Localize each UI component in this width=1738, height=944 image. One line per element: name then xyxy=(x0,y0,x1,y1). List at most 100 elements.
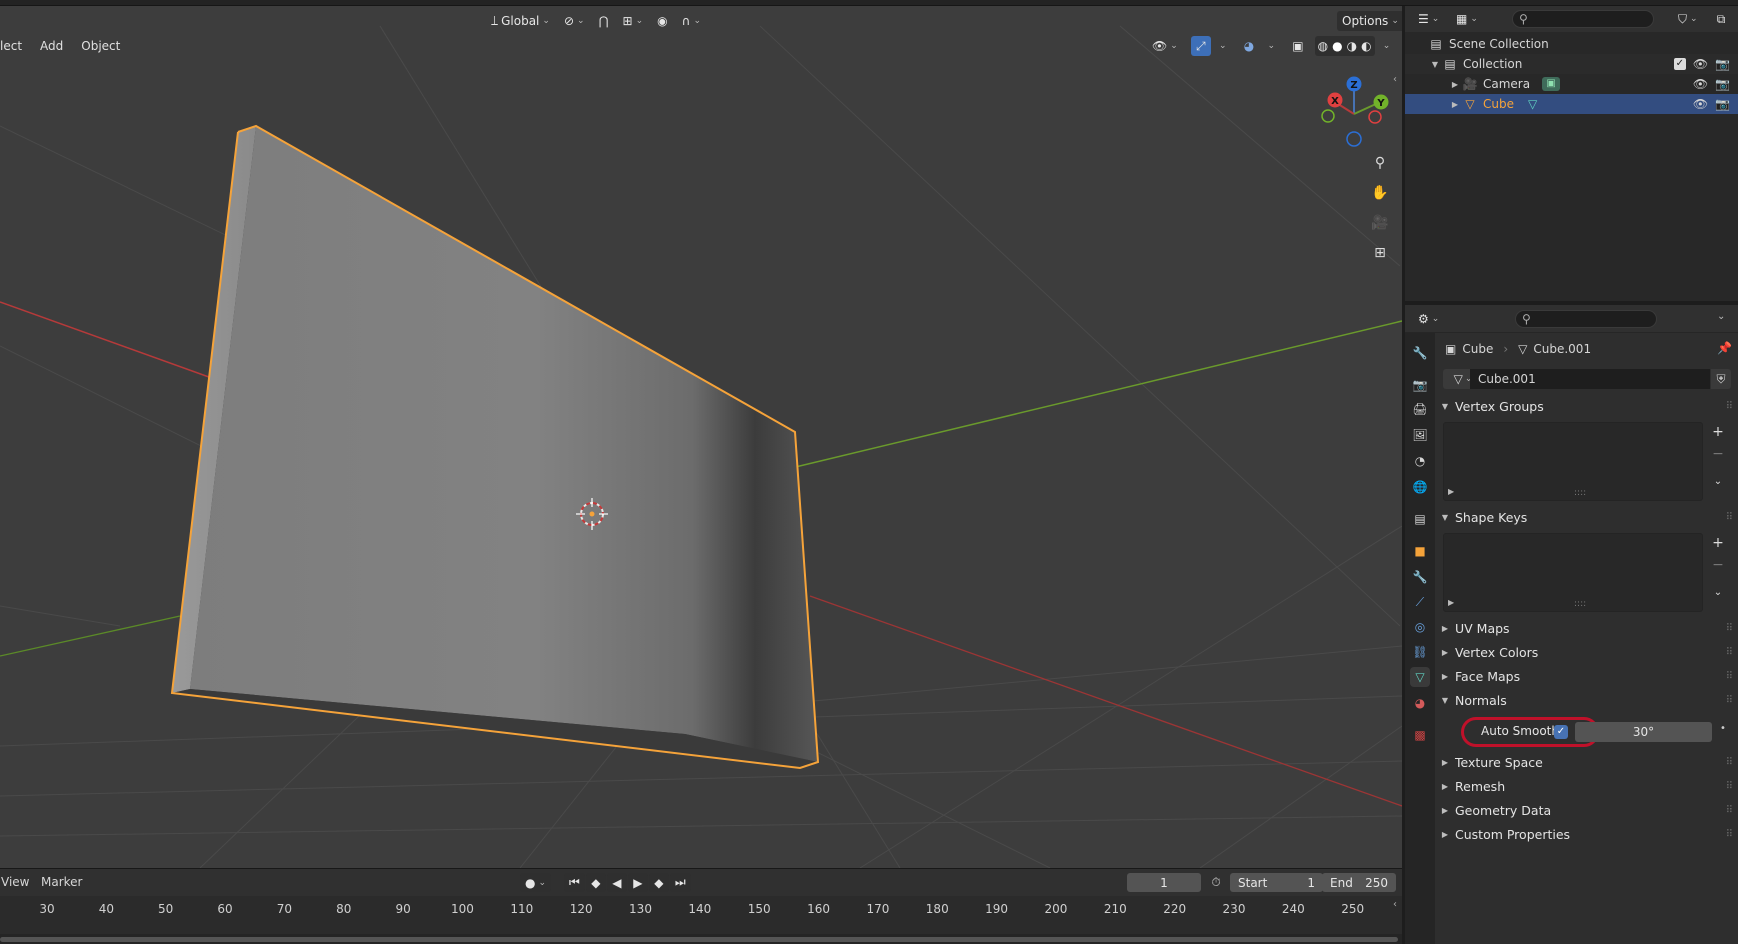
scene-tab-icon[interactable]: ◔ xyxy=(1410,451,1430,471)
display-mode-dropdown[interactable]: ▦ ⌄ xyxy=(1451,9,1483,29)
drag-grip-icon[interactable]: ⠿ xyxy=(1726,695,1733,706)
pin-icon[interactable]: 📌 xyxy=(1717,341,1732,355)
3d-viewport[interactable]: Z X Y ⟘ Global ⌄ ⊘ ⌄ ⋂ ⊞ ⌄ ◉ ∩ ⌄ Options ⌄ … xyxy=(0,6,1402,868)
texture-tab-icon[interactable]: ▩ xyxy=(1410,725,1430,745)
panel-face-maps[interactable]: ▶ Face Maps ⠿ xyxy=(1435,665,1738,687)
new-collection-button[interactable]: ⧉ xyxy=(1711,9,1731,29)
add-shape-key-button[interactable]: + xyxy=(1708,533,1728,553)
fake-user-shield-icon[interactable]: ⛨ xyxy=(1711,369,1731,389)
expand-right-icon[interactable]: ▶ xyxy=(1449,100,1461,109)
material-shading-icon[interactable]: ◑ xyxy=(1347,39,1357,53)
pivot-point-dropdown[interactable]: ⊘ ⌄ xyxy=(559,11,590,31)
current-frame-field[interactable]: 1 xyxy=(1127,873,1201,892)
properties-search-input[interactable]: ⚲ xyxy=(1515,310,1657,328)
expand-down-icon[interactable]: ▼ xyxy=(1429,60,1441,69)
next-keyframe-button[interactable]: ◆ xyxy=(648,873,669,892)
rendered-shading-icon[interactable]: ◐ xyxy=(1361,39,1371,53)
modifier-tab-icon[interactable]: 🔧 xyxy=(1410,567,1430,587)
remove-shape-key-button[interactable]: − xyxy=(1708,555,1728,575)
list-expand-icon[interactable]: ▶ xyxy=(1448,598,1454,607)
xray-toggle[interactable]: ▣ xyxy=(1287,36,1308,56)
expand-right-icon[interactable]: ▶ xyxy=(1449,80,1461,89)
end-frame-field[interactable]: End 250 xyxy=(1322,873,1396,892)
gizmo-dropdown[interactable]: ⌄ xyxy=(1213,36,1233,56)
outliner-row-collection[interactable]: ▼ ▤ Collection ✓ 👁 📷 xyxy=(1405,54,1738,74)
solid-shading-icon[interactable]: ● xyxy=(1332,39,1342,53)
panel-normals[interactable]: ▼ Normals ⠿ xyxy=(1435,689,1738,711)
camera-render-icon[interactable]: 📷 xyxy=(1715,97,1730,111)
drag-grip-icon[interactable]: ⠿ xyxy=(1726,829,1733,840)
wireframe-shading-icon[interactable]: ◍ xyxy=(1318,39,1328,53)
start-frame-field[interactable]: Start 1 xyxy=(1230,873,1323,892)
drag-grip-icon[interactable]: ⠿ xyxy=(1726,757,1733,768)
world-tab-icon[interactable]: 🌐 xyxy=(1410,477,1430,497)
drag-grip-icon[interactable]: ⠿ xyxy=(1726,805,1733,816)
list-resize-grip-icon[interactable]: :::: xyxy=(1574,599,1586,609)
proportional-falloff-dropdown[interactable]: ∩ ⌄ xyxy=(677,11,706,31)
drag-grip-icon[interactable]: ⠿ xyxy=(1726,623,1733,634)
shape-key-specials-dropdown[interactable]: ⌄ xyxy=(1708,582,1728,602)
collection-tab-icon[interactable]: ▤ xyxy=(1410,509,1430,529)
stopwatch-icon[interactable]: ⏱ xyxy=(1206,873,1226,892)
options-dropdown[interactable]: Options ⌄ xyxy=(1337,11,1402,31)
object-tab-icon[interactable]: ■ xyxy=(1410,541,1430,561)
menu-object[interactable]: Object xyxy=(74,36,127,56)
view-layer-tab-icon[interactable]: 🖼 xyxy=(1410,425,1430,445)
camera-render-icon[interactable]: 📷 xyxy=(1715,77,1730,91)
shading-dropdown[interactable]: ⌄ xyxy=(1377,36,1397,56)
outliner-row-cube[interactable]: ▶ ▽ Cube ▽ 👁 📷 xyxy=(1405,94,1738,114)
remove-vertex-group-button[interactable]: − xyxy=(1708,444,1728,464)
chevron-down-icon[interactable]: ⌄ xyxy=(1717,311,1725,322)
perspective-grid-icon[interactable]: ⊞ xyxy=(1367,240,1393,266)
cube-mesh[interactable] xyxy=(170,124,820,770)
output-tab-icon[interactable]: 🖨 xyxy=(1410,399,1430,419)
eye-icon[interactable]: 👁 xyxy=(1693,77,1708,91)
snap-target-dropdown[interactable]: ⊞ ⌄ xyxy=(618,11,649,31)
tool-tab-icon[interactable]: 🔧 xyxy=(1410,343,1430,363)
panel-texture-space[interactable]: ▶ Texture Space ⠿ xyxy=(1435,751,1738,773)
panel-uv-maps[interactable]: ▶ UV Maps ⠿ xyxy=(1435,617,1738,639)
camera-render-icon[interactable]: 📷 xyxy=(1715,57,1730,71)
physics-tab-icon[interactable]: ◎ xyxy=(1410,617,1430,637)
drag-grip-icon[interactable]: ⠿ xyxy=(1726,671,1733,682)
list-expand-icon[interactable]: ▶ xyxy=(1448,487,1454,496)
sidebar-toggle-icon[interactable]: ‹ xyxy=(1393,74,1397,85)
auto-smooth-angle-field[interactable]: 30° xyxy=(1575,722,1712,742)
menu-select[interactable]: lect xyxy=(0,36,29,56)
timeline-menu-marker[interactable]: Marker xyxy=(41,875,82,889)
vertex-groups-list[interactable]: ▶ :::: xyxy=(1443,422,1703,501)
list-resize-grip-icon[interactable]: :::: xyxy=(1574,488,1586,498)
timeline-sidebar-toggle-icon[interactable]: ‹ xyxy=(1393,899,1397,910)
drag-grip-icon[interactable]: ⠿ xyxy=(1726,647,1733,658)
panel-custom-properties[interactable]: ▶ Custom Properties ⠿ xyxy=(1435,823,1738,845)
drag-grip-icon[interactable]: ⠿ xyxy=(1726,401,1733,412)
add-vertex-group-button[interactable]: + xyxy=(1708,422,1728,442)
render-tab-icon[interactable]: 📷 xyxy=(1410,375,1430,395)
constraints-tab-icon[interactable]: ⛓ xyxy=(1410,642,1430,662)
show-overlays-toggle[interactable]: ◕ xyxy=(1239,36,1259,56)
panel-remesh[interactable]: ▶ Remesh ⠿ xyxy=(1435,775,1738,797)
outliner-row-scene-collection[interactable]: ▤ Scene Collection xyxy=(1405,34,1738,54)
play-reverse-button[interactable]: ◀ xyxy=(606,873,627,892)
editor-type-dropdown[interactable]: ☰ ⌄ xyxy=(1413,9,1444,29)
snap-toggle[interactable]: ⋂ xyxy=(594,11,614,31)
mesh-name-field[interactable]: Cube.001 xyxy=(1470,369,1710,389)
jump-start-button[interactable]: ⏮ xyxy=(564,873,585,892)
timeline-ruler[interactable]: 30 40 50 60 70 80 90 100 110 120 130 140 150 160 170 18… xyxy=(0,896,1402,934)
navigation-gizmo[interactable]: Z X Y xyxy=(1321,76,1389,147)
transform-orientation-dropdown[interactable]: ⟘ Global ⌄ xyxy=(486,11,555,31)
overlays-dropdown[interactable]: ⌄ xyxy=(1261,36,1281,56)
proportional-editing-toggle[interactable]: ◉ xyxy=(652,11,672,31)
drag-grip-icon[interactable]: ⠿ xyxy=(1726,781,1733,792)
object-visibility-dropdown[interactable]: 👁 ⌄ xyxy=(1147,36,1183,56)
panel-shape-keys[interactable]: ▼ Shape Keys ⠿ xyxy=(1435,506,1738,528)
outliner-row-camera[interactable]: ▶ 🎥 Camera ▣ 👁 📷 xyxy=(1405,74,1738,94)
keyframe-dot-icon[interactable]: • xyxy=(1720,723,1726,734)
play-button[interactable]: ▶ xyxy=(627,873,648,892)
auto-smooth-checkbox[interactable]: ✓ xyxy=(1554,725,1568,739)
eye-icon[interactable]: 👁 xyxy=(1693,57,1708,71)
outliner-search-input[interactable]: ⚲ xyxy=(1512,10,1654,28)
zoom-icon[interactable]: ⚲ xyxy=(1367,150,1393,176)
eye-icon[interactable]: 👁 xyxy=(1693,97,1708,111)
pan-hand-icon[interactable]: ✋ xyxy=(1367,180,1393,206)
